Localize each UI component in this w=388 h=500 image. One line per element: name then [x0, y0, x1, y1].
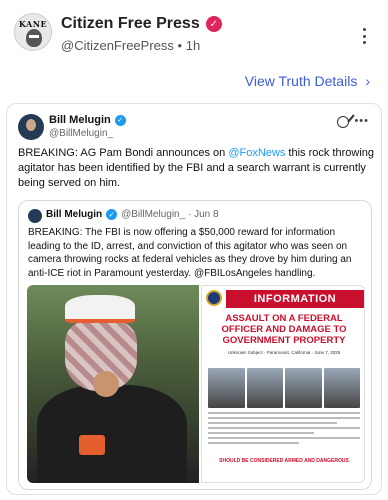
embedded-author-handle[interactable]: @BillMelugin_ [49, 128, 113, 139]
poster-body-text [208, 412, 360, 447]
quoted-author-name[interactable]: Bill Melugin [46, 209, 102, 220]
verified-badge-icon: ✓ [106, 209, 118, 220]
embedded-post-card[interactable]: Bill Melugin ✓ @BillMelugin_ ••• BREAKIN… [6, 103, 382, 495]
verified-badge-icon: ✓ [205, 16, 222, 32]
quoted-post-text: BREAKING: The FBI is now offering a $50,… [28, 227, 352, 279]
avatar-face [26, 29, 42, 47]
quoted-post-header: Bill Melugin ✓ @BillMelugin_ · Jun 8 [46, 209, 219, 220]
poster-photo-strip [208, 368, 360, 408]
more-options-icon[interactable] [362, 28, 366, 44]
agitator-photo[interactable] [27, 285, 199, 483]
quoted-post[interactable]: Bill Melugin ✓ @BillMelugin_ · Jun 8 BRE… [18, 200, 372, 490]
embedded-post-text: BREAKING: AG Pam Bondi announces on @Fox… [18, 146, 374, 191]
author-name[interactable]: Citizen Free Press [61, 15, 200, 33]
avatar[interactable]: KANE [14, 13, 52, 51]
verified-badge-icon: ✓ [114, 114, 126, 126]
quoted-post-meta: @BillMelugin_ · Jun 8 [121, 209, 219, 220]
post-time: 1h [185, 38, 201, 53]
chevron-right-icon: › [365, 73, 370, 89]
poster-warning: SHOULD BE CONSIDERED ARMED AND DANGEROUS [219, 458, 349, 464]
embedded-more-icon[interactable]: ••• [354, 115, 369, 127]
foxnews-mention-link[interactable]: @FoxNews [228, 147, 285, 159]
embedded-author-name[interactable]: Bill Melugin [49, 114, 111, 126]
view-truth-details-label: View Truth Details [244, 73, 358, 89]
quoted-media[interactable]: INFORMATION ASSAULT ON A FEDERAL OFFICER… [27, 285, 365, 483]
author-handle-row: @CitizenFreePress • 1h [61, 38, 200, 53]
author-handle[interactable]: @CitizenFreePress [61, 38, 174, 53]
grok-icon[interactable] [337, 116, 349, 128]
embedded-text-before: BREAKING: AG Pam Bondi announces on [18, 147, 229, 159]
embedded-author-name-row: Bill Melugin ✓ [49, 114, 126, 126]
post-header: KANE Citizen Free Press ✓ @CitizenFreePr… [0, 0, 388, 60]
avatar-logo-text: KANE [18, 19, 48, 29]
view-truth-details-link[interactable]: View Truth Details › [245, 73, 370, 89]
embedded-author-avatar[interactable] [18, 114, 44, 140]
author-name-row: Citizen Free Press ✓ [61, 15, 222, 33]
quoted-author-avatar[interactable] [28, 209, 42, 223]
meta-separator: • [177, 38, 183, 53]
poster-headline: ASSAULT ON A FEDERAL OFFICER AND DAMAGE … [221, 313, 347, 346]
poster-title: INFORMATION [226, 290, 364, 308]
fbi-poster-image[interactable]: INFORMATION ASSAULT ON A FEDERAL OFFICER… [201, 285, 365, 483]
fbi-seal-icon [206, 290, 222, 306]
poster-subtitle: Unknown Subject · Paramount, California … [227, 350, 341, 355]
